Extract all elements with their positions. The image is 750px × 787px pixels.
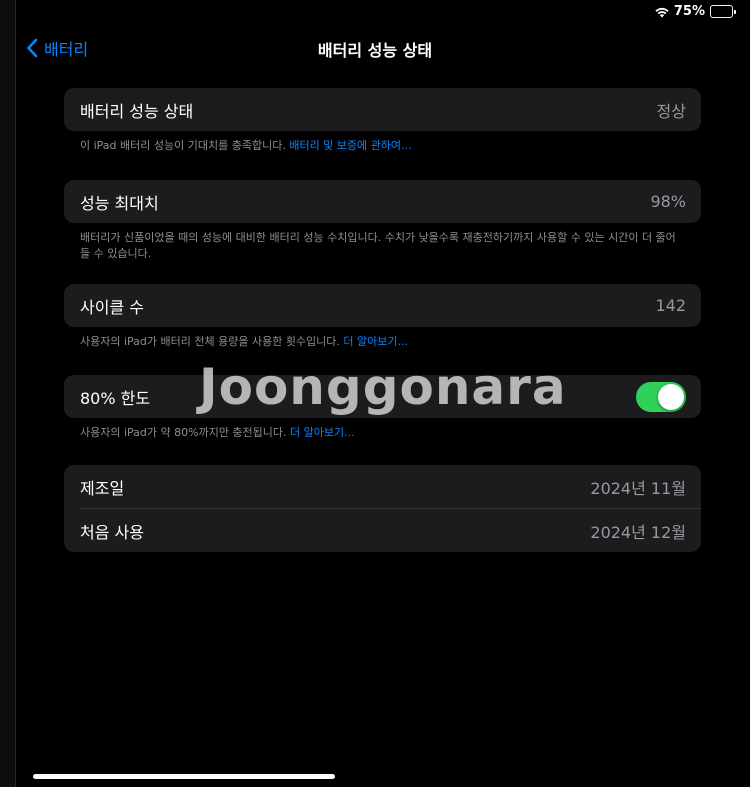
charge-limit-toggle[interactable] bbox=[636, 381, 686, 412]
cycle-count-footnote: 사용자의 iPad가 배터리 전체 용량을 사용한 횟수입니다. 더 알아보기.… bbox=[80, 334, 685, 350]
cycle-count-learn-more-link[interactable]: 더 알아보기... bbox=[343, 335, 408, 348]
status-bar: 75% bbox=[655, 4, 736, 19]
wifi-icon bbox=[655, 6, 669, 18]
cycle-count-group: 사이클 수 142 bbox=[64, 284, 701, 327]
max-capacity-group: 성능 최대치 98% bbox=[64, 180, 701, 223]
cycle-count-label: 사이클 수 bbox=[80, 297, 144, 317]
charge-limit-row: 80% 한도 bbox=[64, 375, 701, 418]
cycle-count-value: 142 bbox=[655, 296, 686, 315]
cycle-count-footnote-text: 사용자의 iPad가 배터리 전체 용량을 사용한 횟수입니다. bbox=[80, 335, 340, 348]
first-use-row: 처음 사용 2024년 12월 bbox=[64, 509, 701, 552]
manufacture-date-value: 2024년 11월 bbox=[590, 478, 686, 498]
cycle-count-row: 사이클 수 142 bbox=[64, 284, 701, 327]
charge-limit-group: 80% 한도 bbox=[64, 375, 701, 418]
battery-warranty-link[interactable]: 배터리 및 보증에 관하여... bbox=[289, 139, 411, 152]
home-indicator[interactable] bbox=[33, 774, 335, 779]
battery-health-value: 정상 bbox=[656, 101, 686, 121]
manufacture-date-row: 제조일 2024년 11월 bbox=[64, 465, 701, 508]
page-title: 배터리 성능 상태 bbox=[317, 41, 433, 60]
manufacture-date-label: 제조일 bbox=[80, 478, 125, 498]
battery-health-footnote: 이 iPad 배터리 성능이 기대치를 충족합니다. 배터리 및 보증에 관하여… bbox=[80, 138, 685, 154]
first-use-value: 2024년 12월 bbox=[590, 522, 686, 542]
charge-limit-learn-more-link[interactable]: 더 알아보기... bbox=[290, 426, 355, 439]
battery-health-row: 배터리 성능 상태 정상 bbox=[64, 88, 701, 131]
max-capacity-label: 성능 최대치 bbox=[80, 193, 159, 213]
dates-group: 제조일 2024년 11월 처음 사용 2024년 12월 bbox=[64, 465, 701, 552]
max-capacity-row: 성능 최대치 98% bbox=[64, 180, 701, 223]
battery-icon bbox=[710, 5, 736, 18]
navigation-bar: 배터리 배터리 성능 상태 bbox=[0, 30, 750, 64]
toggle-knob bbox=[658, 383, 684, 410]
charge-limit-footnote-text: 사용자의 iPad가 약 80%까지만 충전됩니다. bbox=[80, 426, 287, 439]
charge-limit-footnote: 사용자의 iPad가 약 80%까지만 충전됩니다. 더 알아보기... bbox=[80, 425, 685, 441]
settings-screen: 75% 배터리 배터리 성능 상태 배터리 성능 상태 정상 이 iPad 배터… bbox=[0, 0, 750, 787]
battery-health-label: 배터리 성능 상태 bbox=[80, 101, 194, 121]
first-use-label: 처음 사용 bbox=[80, 522, 144, 542]
max-capacity-footnote: 배터리가 신품이었을 때의 성능에 대비한 배터리 성능 수치입니다. 수치가 … bbox=[80, 231, 676, 260]
charge-limit-label: 80% 한도 bbox=[80, 388, 151, 408]
battery-percent: 75% bbox=[673, 4, 705, 19]
max-capacity-value: 98% bbox=[650, 192, 686, 211]
battery-health-group: 배터리 성능 상태 정상 bbox=[64, 88, 701, 131]
battery-health-footnote-text: 이 iPad 배터리 성능이 기대치를 충족합니다. bbox=[80, 139, 286, 152]
left-bezel bbox=[0, 0, 16, 787]
